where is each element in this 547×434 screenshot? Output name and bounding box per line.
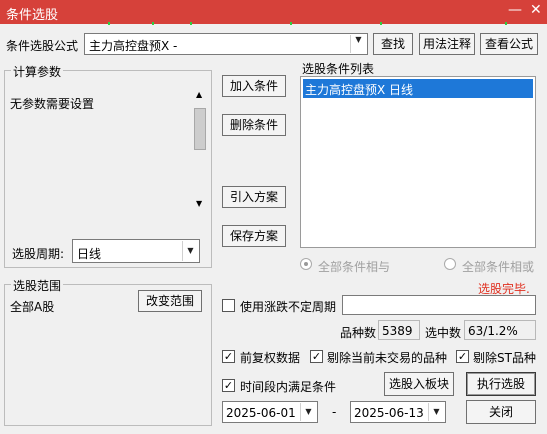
list-item[interactable]: 主力高控盘预X 日线 [303, 79, 533, 98]
condition-list-title: 选股条件列表 [302, 62, 375, 76]
all-or-label: 全部条件相或 [462, 260, 535, 274]
close-button[interactable]: 关闭 [466, 400, 536, 424]
count-value: 5389 [382, 324, 413, 338]
period-select[interactable]: 日线 ▼ [72, 239, 200, 263]
add-to-block-button[interactable]: 选股入板块 [384, 372, 454, 396]
find-button[interactable]: 查找 [373, 33, 413, 55]
no-params-message: 无参数需要设置 [10, 97, 95, 111]
count-label: 品种数 [340, 326, 377, 340]
scroll-thumb[interactable] [194, 108, 206, 150]
import-scheme-button[interactable]: 引入方案 [222, 186, 286, 208]
ticker-mark [190, 22, 192, 25]
all-and-radio[interactable] [300, 258, 312, 270]
forward-adjust-label: 前复权数据 [240, 351, 301, 365]
close-icon[interactable]: ✕ [530, 2, 542, 18]
formula-select[interactable]: 主力高控盘预X - ▼ [84, 33, 368, 55]
usage-notes-button[interactable]: 用法注释 [419, 33, 475, 55]
title-bar: 条件选股 — ✕ [0, 0, 547, 25]
scroll-up-icon[interactable]: ▲ [196, 90, 202, 99]
condition-list[interactable]: 主力高控盘预X 日线 [300, 76, 536, 248]
unfixed-period-label: 使用涨跌不定周期 [240, 300, 337, 314]
unfixed-period-checkbox[interactable] [222, 299, 235, 312]
calc-params-title: 计算参数 [11, 63, 64, 80]
exclude-untraded-checkbox[interactable]: ✓ [310, 350, 323, 363]
change-range-button[interactable]: 改变范围 [138, 290, 202, 312]
formula-label: 条件选股公式 [6, 39, 79, 53]
time-range-checkbox[interactable]: ✓ [222, 379, 235, 392]
end-date-value: 2025-06-13 [354, 406, 424, 420]
selected-value: 63/1.2% [468, 324, 518, 338]
chevron-down-icon[interactable]: ▼ [182, 241, 198, 261]
range-title: 选股范围 [11, 277, 64, 294]
exclude-st-label: 剔除ST品种 [473, 351, 536, 365]
minimize-icon[interactable]: — [508, 2, 522, 18]
params-scrollbar[interactable]: ▲ ▼ [192, 88, 208, 210]
range-value: 全部A股 [10, 300, 55, 314]
delete-condition-button[interactable]: 删除条件 [222, 114, 286, 136]
count-field: 5389 [378, 320, 420, 340]
ticker-mark [290, 22, 292, 25]
start-date-value: 2025-06-01 [226, 406, 296, 420]
ticker-mark [152, 22, 154, 25]
execute-button[interactable]: 执行选股 [466, 372, 536, 396]
window-title: 条件选股 [6, 8, 59, 23]
forward-adjust-checkbox[interactable]: ✓ [222, 350, 235, 363]
view-formula-button[interactable]: 查看公式 [480, 33, 538, 55]
formula-select-value: 主力高控盘预X - [89, 39, 178, 53]
add-condition-button[interactable]: 加入条件 [222, 75, 286, 97]
chevron-down-icon[interactable]: ▼ [300, 403, 316, 421]
ticker-mark [108, 22, 110, 25]
ticker-mark [380, 22, 382, 25]
time-range-label: 时间段内满足条件 [240, 380, 337, 394]
chevron-down-icon[interactable]: ▼ [428, 403, 444, 421]
unfixed-period-input[interactable] [342, 295, 536, 315]
all-or-radio[interactable] [444, 258, 456, 270]
scroll-down-icon[interactable]: ▼ [196, 199, 202, 208]
chevron-down-icon[interactable]: ▼ [350, 35, 366, 53]
date-separator: - [332, 405, 337, 419]
end-date-picker[interactable]: 2025-06-13 ▼ [350, 401, 446, 423]
period-select-value: 日线 [77, 247, 102, 261]
all-and-label: 全部条件相与 [318, 260, 391, 274]
exclude-st-checkbox[interactable]: ✓ [456, 350, 469, 363]
selected-label: 选中数 [425, 326, 462, 340]
ticker-mark [505, 22, 507, 25]
period-label: 选股周期: [12, 247, 65, 261]
selected-field: 63/1.2% [464, 320, 536, 340]
start-date-picker[interactable]: 2025-06-01 ▼ [222, 401, 318, 423]
save-scheme-button[interactable]: 保存方案 [222, 225, 286, 247]
exclude-untraded-label: 剔除当前未交易的品种 [327, 351, 448, 365]
